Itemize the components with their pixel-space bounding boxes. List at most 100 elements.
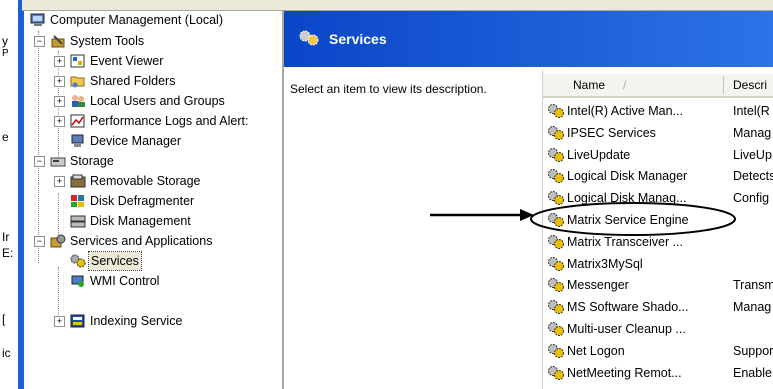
computer-icon — [30, 13, 46, 27]
table-row[interactable]: IPSEC Services Manag — [543, 122, 773, 144]
tree-label: Indexing Service — [90, 314, 183, 328]
service-description: Enable — [733, 365, 772, 380]
tree-label: Services and Applications — [70, 234, 213, 248]
table-row[interactable]: Multi-user Cleanup ... — [543, 318, 773, 340]
service-gear-icon — [547, 277, 565, 293]
defragmenter-icon — [70, 194, 86, 208]
expand-toggle[interactable]: + — [54, 96, 65, 107]
column-header-name[interactable]: Name — [573, 78, 605, 92]
tree-label: Disk Defragmenter — [90, 194, 195, 208]
service-description: Transm — [733, 278, 773, 293]
collapse-toggle[interactable]: − — [34, 36, 45, 47]
tree-label: Computer Management (Local) — [50, 13, 223, 27]
tree-label: Event Viewer — [90, 54, 164, 68]
performance-icon — [70, 114, 86, 128]
tree-label-selected: Services — [88, 251, 142, 271]
edge-text: E: — [2, 246, 14, 260]
column-header-description[interactable]: Descri — [733, 78, 767, 92]
edge-text: [ — [2, 312, 6, 326]
service-description: Config — [733, 191, 770, 206]
service-gear-icon — [547, 299, 565, 315]
service-name: Logical Disk Manager — [567, 169, 688, 184]
service-gear-icon — [547, 103, 565, 119]
services-header: Services — [284, 11, 773, 67]
storage-icon — [50, 154, 66, 168]
expand-toggle[interactable]: + — [54, 116, 65, 127]
indexing-icon — [70, 314, 86, 328]
edge-text: P — [2, 48, 9, 59]
service-description: Manag — [733, 300, 772, 315]
service-name: Matrix3MySql — [567, 256, 643, 271]
service-gear-icon — [547, 147, 565, 163]
service-name: IPSEC Services — [567, 125, 656, 140]
table-row[interactable]: NetMeeting Remot... Enable — [543, 362, 773, 384]
edge-text: Ir — [2, 230, 10, 244]
device-manager-icon — [70, 134, 86, 148]
service-description: Manag — [733, 125, 772, 140]
annotation-ellipse — [530, 202, 736, 236]
list-header: Name / Descri — [543, 74, 773, 98]
gears-icon — [298, 29, 320, 50]
service-gear-icon — [547, 125, 565, 141]
tree-label: Disk Management — [90, 214, 191, 228]
disk-management-icon — [70, 214, 86, 228]
table-row[interactable]: MS Software Shado... Manag — [543, 296, 773, 318]
service-name: Net Logon — [567, 343, 625, 358]
expand-toggle[interactable]: + — [54, 56, 65, 67]
removable-storage-icon — [70, 174, 86, 188]
tree-connector — [58, 267, 59, 319]
table-row[interactable]: LiveUpdate LiveUp — [543, 144, 773, 166]
collapse-toggle[interactable]: − — [34, 236, 45, 247]
sort-indicator-icon: / — [623, 78, 627, 92]
service-description: Suppor — [733, 343, 773, 358]
service-name: NetMeeting Remot... — [567, 365, 682, 380]
edge-text: ic — [2, 346, 11, 360]
service-gear-icon — [547, 321, 565, 337]
column-divider[interactable] — [723, 76, 724, 94]
tree-label: System Tools — [70, 34, 145, 48]
edge-text: y — [2, 34, 8, 48]
tree-label: Device Manager — [90, 134, 182, 148]
table-row[interactable]: Intel(R) Active Man... Intel(R — [543, 100, 773, 122]
service-gear-icon — [547, 343, 565, 359]
gears-icon — [70, 254, 86, 268]
services-apps-icon — [50, 234, 66, 248]
service-name: Messenger — [567, 278, 629, 293]
tree-label: Performance Logs and Alert: — [90, 114, 249, 128]
users-icon — [70, 94, 86, 108]
service-name: Multi-user Cleanup ... — [567, 322, 686, 336]
tree-label: WMI Control — [90, 274, 160, 288]
tree-label: Storage — [70, 154, 114, 168]
service-description: Intel(R — [733, 104, 770, 118]
expand-toggle[interactable]: + — [54, 76, 65, 87]
collapse-toggle[interactable]: − — [34, 156, 45, 167]
service-gear-icon — [547, 256, 565, 272]
service-name: Intel(R) Active Man... — [567, 104, 684, 118]
table-row[interactable]: Messenger Transm — [543, 274, 773, 296]
expand-toggle[interactable]: + — [54, 316, 65, 327]
wmi-icon — [70, 274, 86, 288]
edge-text: e — [2, 130, 9, 144]
description-text: Select an item to view its description. — [290, 82, 487, 96]
console-tree[interactable]: Computer Management (Local) − System Too… — [24, 11, 284, 389]
table-row[interactable]: Matrix3MySql — [543, 253, 773, 275]
tree-label: Removable Storage — [90, 174, 201, 188]
pane-title: Services — [329, 31, 387, 47]
service-name: LiveUpdate — [567, 147, 631, 162]
service-gear-icon — [547, 365, 565, 381]
shared-folder-icon — [70, 74, 86, 88]
event-viewer-icon — [70, 54, 86, 68]
table-row[interactable]: Logical Disk Manager Detects — [543, 165, 773, 187]
table-row[interactable]: Net Logon Suppor — [543, 340, 773, 362]
service-description: Detects — [733, 169, 773, 184]
annotation-arrow — [430, 209, 534, 221]
service-name: MS Software Shado... — [567, 300, 689, 315]
toolbar-strip — [22, 0, 773, 11]
service-gear-icon — [547, 168, 565, 184]
expand-toggle[interactable]: + — [54, 176, 65, 187]
tree-label: Shared Folders — [90, 74, 176, 88]
tools-icon — [50, 34, 66, 48]
tree-label: Local Users and Groups — [90, 94, 225, 108]
service-description: LiveUp — [733, 147, 772, 162]
tree-connector — [38, 183, 39, 263]
